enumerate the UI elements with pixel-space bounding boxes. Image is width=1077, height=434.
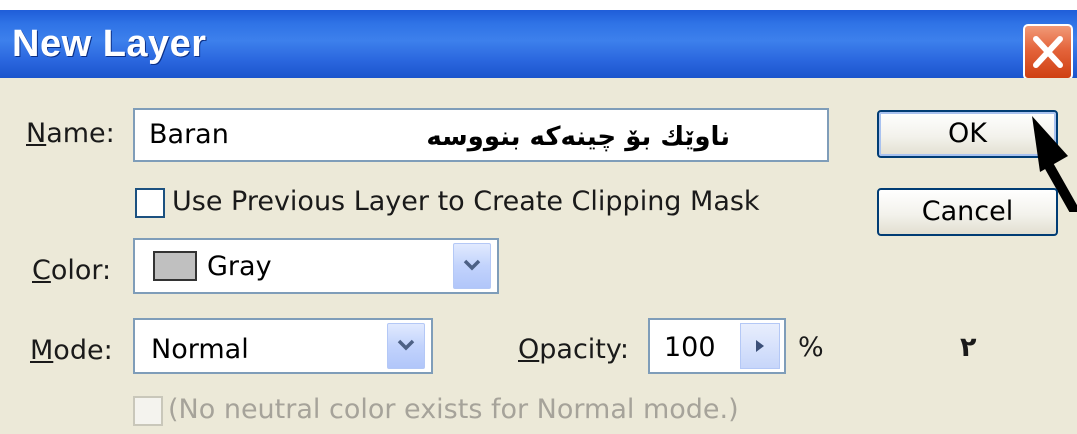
dialog-titlebar[interactable]: New Layer [0,10,1077,80]
dialog-body: Name: Baran ناوێك بۆ چینەكە بنووسە OK Us… [0,78,1077,434]
color-dropdown[interactable]: Gray [133,238,499,294]
opacity-label-text: pacity: [539,334,629,365]
clipping-mask-checkbox[interactable] [135,188,165,218]
color-label-accesskey: C [32,255,51,286]
close-x-icon [1033,36,1063,68]
name-label-text: ame: [46,118,115,149]
cancel-button-label: Cancel [921,196,1014,227]
color-label-text: olor: [50,255,112,286]
cancel-button[interactable]: Cancel [877,188,1058,236]
opacity-slider-button[interactable] [740,323,780,369]
name-label: Name: [26,118,115,149]
dialog-title: New Layer [12,23,207,65]
ok-button-label: OK [948,118,987,149]
neutral-color-checkbox[interactable] [133,396,163,426]
opacity-value: 100 [664,332,716,363]
name-input-value: Baran [149,119,229,150]
mode-dropdown[interactable]: Normal [133,318,433,374]
triangle-right-icon [756,340,764,352]
name-annotation-text: ناوێك بۆ چینەكە بنووسە [426,122,730,152]
mode-dropdown-button[interactable] [387,323,425,369]
opacity-label-accesskey: O [518,334,540,365]
mode-value: Normal [151,334,249,365]
color-value: Gray [207,251,272,282]
color-label: Color: [32,255,111,286]
color-swatch [153,251,197,281]
opacity-unit: % [798,332,824,363]
name-label-accesskey: N [26,118,47,149]
mode-label-accesskey: M [30,335,54,366]
clipping-mask-label[interactable]: Use Previous Layer to Create Clipping Ma… [172,186,760,217]
annotation-number: ٢ [960,332,977,363]
opacity-input[interactable]: 100 [648,318,786,374]
mode-label: Mode: [30,335,113,366]
chevron-down-icon [463,259,481,271]
chevron-down-icon [397,339,415,351]
color-dropdown-button[interactable] [453,243,491,289]
opacity-label: Opacity: [518,334,629,365]
close-button[interactable] [1023,24,1073,80]
neutral-color-label: (No neutral color exists for Normal mode… [168,394,739,425]
mode-label-text: ode: [53,335,113,366]
